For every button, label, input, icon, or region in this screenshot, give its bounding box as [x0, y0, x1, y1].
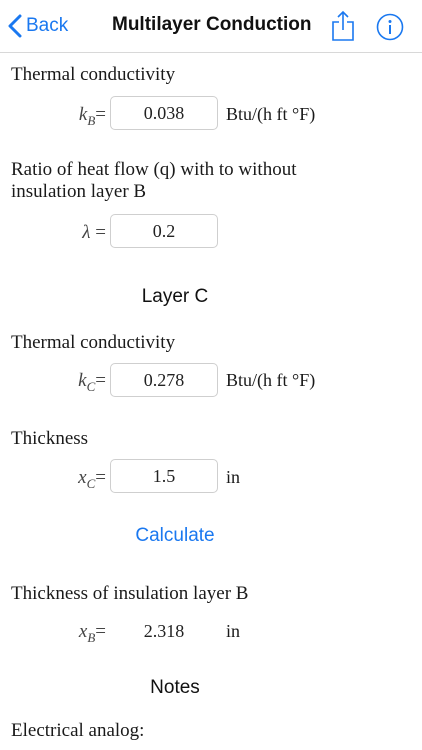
navigation-bar: Back Multilayer Conduction: [0, 0, 422, 53]
kb-label: Thermal conductivity: [11, 64, 176, 85]
kb-unit: Btu/(h ft °F): [226, 104, 316, 124]
chevron-left-icon: [8, 14, 22, 38]
page-title: Multilayer Conduction: [112, 14, 312, 35]
xb-label: Thickness of insulation layer B: [11, 583, 249, 604]
notes-text: Electrical analog:: [11, 720, 145, 741]
kc-variable: kC=: [78, 370, 106, 394]
xc-label: Thickness: [11, 428, 89, 449]
info-icon: [376, 13, 404, 41]
info-button[interactable]: [376, 13, 404, 41]
kc-label: Thermal conductivity: [11, 332, 176, 353]
calculate-button[interactable]: Calculate: [0, 525, 350, 547]
xc-variable: xC=: [78, 467, 106, 491]
xc-unit: in: [226, 467, 241, 487]
xc-input[interactable]: 1.5: [110, 459, 218, 493]
share-icon: [332, 10, 354, 41]
notes-title: Notes: [150, 677, 200, 698]
share-button[interactable]: [330, 10, 356, 42]
ratio-label: Ratio of heat flow (q) with to without i…: [11, 159, 297, 202]
layer-c-title: Layer C: [141, 286, 209, 307]
kc-unit: Btu/(h ft °F): [226, 370, 316, 390]
xb-variable: xB=: [78, 621, 106, 645]
kb-variable: kB=: [78, 104, 106, 128]
kc-input[interactable]: 0.278: [110, 363, 218, 397]
back-label: Back: [26, 15, 69, 36]
lambda-variable: λ =: [82, 222, 106, 243]
back-button[interactable]: Back: [8, 12, 68, 40]
xb-unit: in: [226, 621, 241, 641]
lambda-input[interactable]: 0.2: [110, 214, 218, 248]
kb-input[interactable]: 0.038: [110, 96, 218, 130]
xb-result-value: 2.318: [143, 621, 185, 641]
